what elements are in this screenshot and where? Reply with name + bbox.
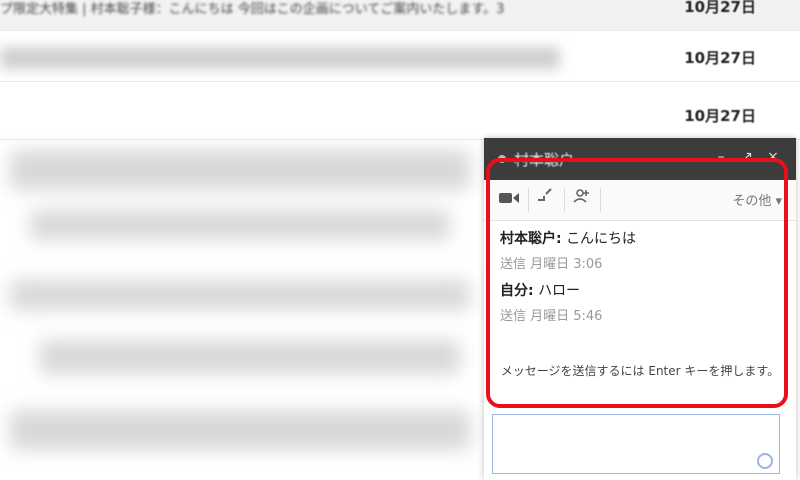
add-person-icon[interactable] <box>566 188 596 212</box>
blurred-content <box>10 280 470 310</box>
blurred-content <box>10 410 470 450</box>
chat-titlebar[interactable]: 村本聡户 – ↗ × <box>484 138 796 180</box>
inbox-row-subject: プ限定大特集 | 村本聡子様：こんにちは 今回はこの企画についてご案内いたします… <box>0 2 505 17</box>
message-timestamp: 送信 月曜日 3:06 <box>500 257 603 272</box>
close-button[interactable]: × <box>764 148 782 166</box>
message-text: こんにちは <box>566 231 637 247</box>
message-timestamp: 送信 月曜日 5:46 <box>500 309 603 324</box>
inbox-row[interactable]: 10月27日 <box>0 95 800 140</box>
chat-window: 村本聡户 – ↗ × その他 ▾ 村本聡户: こんにちは 送信 月曜日 3:06… <box>484 138 796 480</box>
more-menu-button[interactable]: その他 ▾ <box>732 190 782 209</box>
call-phone-icon[interactable] <box>530 188 560 212</box>
blurred-content <box>10 150 470 190</box>
inbox-row[interactable]: プ限定大特集 | 村本聡子様：こんにちは 今回はこの企画についてご案内いたします… <box>0 0 800 31</box>
inbox-row-date: 10月27日 <box>684 107 756 125</box>
video-call-icon[interactable] <box>494 188 524 212</box>
emoji-icon[interactable] <box>757 453 773 469</box>
inbox-row-date: 10月27日 <box>684 49 756 67</box>
send-hint: メッセージを送信するには Enter キーを押します。 <box>500 364 780 378</box>
chat-message-input[interactable] <box>492 414 780 474</box>
chat-toolbar: その他 ▾ <box>484 180 796 221</box>
message-sender: 自分: <box>500 283 534 299</box>
inbox-row[interactable]: 10月27日 <box>0 37 800 82</box>
chat-message: 村本聡户: こんにちは <box>500 226 786 252</box>
chat-message: 自分: ハロー <box>500 278 786 304</box>
blurred-subject <box>0 47 560 69</box>
presence-status-icon <box>498 155 506 163</box>
chat-messages: 村本聡户: こんにちは 送信 月曜日 3:06 自分: ハロー 送信 月曜日 5… <box>500 226 786 330</box>
popout-button[interactable]: ↗ <box>738 148 756 166</box>
blurred-content <box>30 210 450 240</box>
message-sender: 村本聡户: <box>500 231 562 247</box>
minimize-button[interactable]: – <box>712 148 730 166</box>
chat-title: 村本聡户 <box>514 151 575 169</box>
blurred-content <box>40 340 460 374</box>
inbox-row-date: 10月27日 <box>684 0 756 16</box>
message-text: ハロー <box>538 283 581 299</box>
